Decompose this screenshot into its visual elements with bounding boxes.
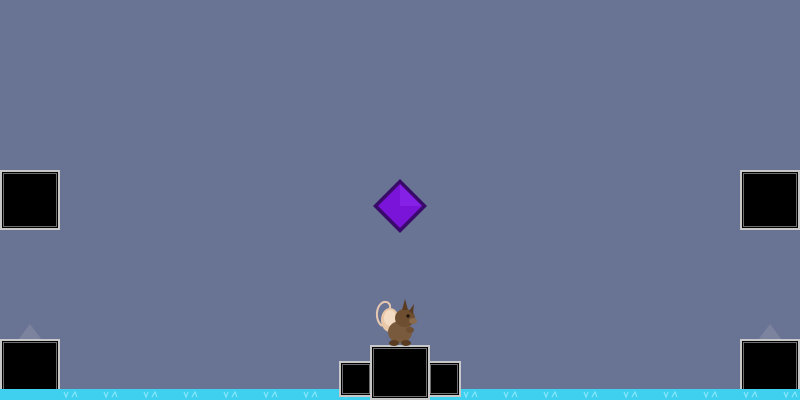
block-left-mid — [0, 170, 60, 230]
platform-center — [370, 345, 430, 400]
block-right-mid — [740, 170, 800, 230]
spike-left — [18, 324, 42, 340]
player-mouse-character — [372, 296, 422, 348]
platform-left-arm — [339, 361, 373, 397]
platform-right-arm — [427, 361, 461, 397]
spike-right — [758, 324, 782, 340]
game-stage — [0, 0, 800, 400]
purple-diamond-gem-icon — [371, 177, 429, 235]
